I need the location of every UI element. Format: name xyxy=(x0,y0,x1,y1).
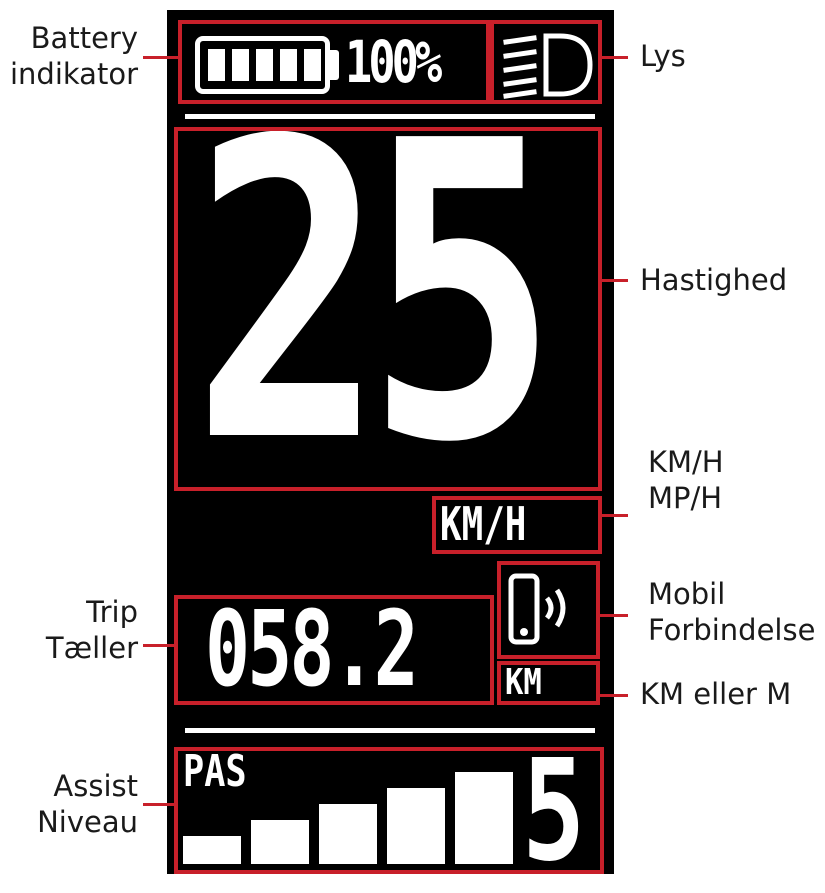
connector-speed-unit xyxy=(602,514,628,517)
label-mobil-line2: Forbindelse xyxy=(648,613,816,647)
highlight-trip xyxy=(174,595,494,705)
highlight-assist xyxy=(174,747,604,874)
connector-mobile xyxy=(600,614,628,617)
label-unit-line2: MP/H xyxy=(648,481,723,515)
label-mobil: Mobil Forbindelse xyxy=(648,576,815,648)
label-lys: Lys xyxy=(640,39,686,73)
highlight-speed xyxy=(174,127,602,491)
connector-light xyxy=(602,56,628,59)
label-trip-line1: Trip xyxy=(86,595,138,629)
label-km-eller-m: KM eller M xyxy=(640,677,792,711)
highlight-speed-unit xyxy=(432,496,602,554)
label-unit: KM/H MP/H xyxy=(648,444,724,516)
label-assist-line2: Niveau xyxy=(37,805,138,839)
label-battery-line1: Battery xyxy=(30,21,138,55)
connector-trip xyxy=(143,644,174,647)
highlight-battery xyxy=(178,20,490,104)
label-trip: Trip Tæller xyxy=(46,594,138,666)
connector-assist xyxy=(143,803,174,806)
highlight-mobile xyxy=(497,561,600,659)
label-mobil-line1: Mobil xyxy=(648,577,726,611)
highlight-trip-unit xyxy=(497,661,600,705)
label-assist: Assist Niveau xyxy=(37,768,138,840)
connector-battery xyxy=(143,56,178,59)
label-hastighed: Hastighed xyxy=(640,263,788,297)
label-battery-line2: indikator xyxy=(10,57,138,91)
connector-trip-unit xyxy=(600,694,628,697)
highlight-light xyxy=(490,20,602,104)
label-assist-line1: Assist xyxy=(53,769,138,803)
label-unit-line1: KM/H xyxy=(648,445,724,479)
label-battery: Battery indikator xyxy=(10,20,138,92)
connector-speed xyxy=(602,279,628,282)
label-trip-line2: Tæller xyxy=(45,631,138,665)
